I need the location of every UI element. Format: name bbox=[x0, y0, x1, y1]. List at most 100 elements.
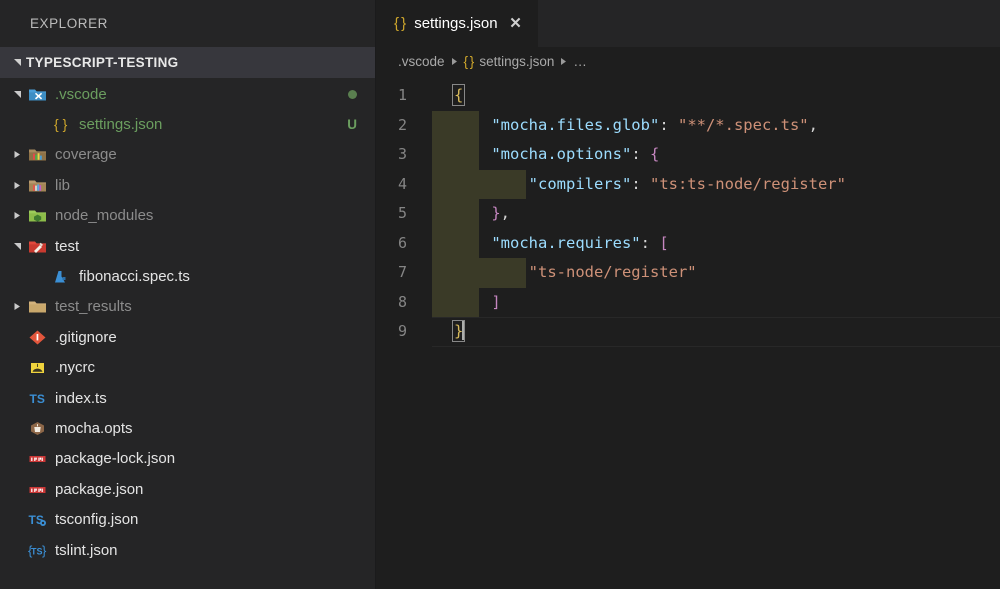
code-content[interactable]: 1{2 "mocha.files.glob": "**/*.spec.ts", 3… bbox=[376, 76, 1000, 347]
tslint-icon: TS{} bbox=[26, 540, 48, 560]
code-text[interactable]: { bbox=[432, 81, 466, 111]
code-token: "compilers" bbox=[528, 174, 632, 193]
chevron-down-icon[interactable] bbox=[8, 90, 26, 99]
tree-item-tslint-json[interactable]: TS{} tslint.json bbox=[0, 535, 375, 565]
code-line[interactable]: 4 "compilers": "ts:ts-node/register" bbox=[376, 169, 1000, 199]
tree-item-fibonacci-spec-ts[interactable]: fibonacci.spec.ts bbox=[0, 261, 375, 291]
explorer-title: EXPLORER bbox=[0, 0, 375, 47]
tree-item-label: .vscode bbox=[55, 85, 107, 103]
tree-item-label: package.json bbox=[55, 480, 144, 498]
chevron-right-icon-2 bbox=[560, 57, 567, 66]
code-text[interactable]: "mocha.options": { bbox=[432, 140, 659, 170]
code-text[interactable]: } bbox=[432, 317, 466, 347]
code-line[interactable]: 1{ bbox=[376, 81, 1000, 111]
tree-item-label: lib bbox=[55, 176, 71, 194]
tree-item-test[interactable]: test bbox=[0, 231, 375, 261]
chevron-down-icon[interactable] bbox=[8, 242, 26, 251]
svg-text:{ }: { } bbox=[54, 116, 68, 132]
code-text[interactable]: "compilers": "ts:ts-node/register" bbox=[432, 169, 846, 199]
line-number: 4 bbox=[397, 174, 407, 193]
svg-text:{: { bbox=[28, 543, 33, 558]
code-text[interactable]: "ts-node/register" bbox=[432, 258, 697, 288]
code-text[interactable]: }, bbox=[432, 199, 510, 229]
code-text[interactable]: ] bbox=[432, 287, 501, 317]
code-line[interactable]: 6 "mocha.requires": [ bbox=[376, 228, 1000, 258]
code-line[interactable]: 9} bbox=[376, 317, 1000, 347]
tree-item-package-lock-json[interactable]: package-lock.json bbox=[0, 444, 375, 474]
code-line[interactable]: 3 "mocha.options": { bbox=[376, 140, 1000, 170]
chevron-right-icon[interactable] bbox=[8, 211, 26, 220]
chevron-right-icon[interactable] bbox=[8, 150, 26, 159]
npm-icon bbox=[26, 479, 48, 499]
tree-item-label: mocha.opts bbox=[55, 419, 133, 437]
nyc-icon bbox=[26, 358, 48, 378]
file-tree: .vscode { } settings.json Ucoverage lib node_… bbox=[0, 78, 375, 589]
code-text[interactable]: "mocha.requires": [ bbox=[432, 228, 669, 258]
tree-item-package-json[interactable]: package.json bbox=[0, 474, 375, 504]
json-braces-icon: { } bbox=[394, 15, 406, 32]
code-token: "mocha.options" bbox=[491, 145, 632, 163]
code-token: } bbox=[451, 320, 466, 342]
tree-item--gitignore[interactable]: .gitignore bbox=[0, 322, 375, 352]
chevron-down-icon[interactable] bbox=[8, 58, 26, 67]
folder-vscode-icon bbox=[26, 84, 48, 104]
chevron-right-icon[interactable] bbox=[8, 302, 26, 311]
tree-item-node-modules[interactable]: node_modules bbox=[0, 201, 375, 231]
code-text[interactable]: "mocha.files.glob": "**/*.spec.ts", bbox=[432, 110, 818, 140]
tree-item-mocha-opts[interactable]: mocha.opts bbox=[0, 413, 375, 443]
folder-plain-icon bbox=[26, 297, 48, 317]
chevron-right-icon[interactable] bbox=[8, 181, 26, 190]
folder-lib-icon bbox=[26, 175, 48, 195]
tree-item-settings-json[interactable]: { } settings.json U bbox=[0, 109, 375, 139]
code-line[interactable]: 7 "ts-node/register" bbox=[376, 258, 1000, 288]
tree-item-label: fibonacci.spec.ts bbox=[79, 268, 190, 286]
breadcrumb: .vscode { } settings.json … bbox=[376, 47, 1000, 76]
tree-item--vscode[interactable]: .vscode bbox=[0, 79, 375, 109]
tab-label: settings.json bbox=[414, 15, 498, 32]
breadcrumb-item-file[interactable]: settings.json bbox=[479, 54, 554, 69]
code-token: : bbox=[659, 115, 678, 134]
editor-area: { } settings.json ✕ .vscode { } settings… bbox=[376, 0, 1000, 589]
folder-node-icon bbox=[26, 206, 48, 226]
tree-item-label: .gitignore bbox=[55, 328, 117, 346]
tree-item-coverage[interactable]: coverage bbox=[0, 140, 375, 170]
line-number: 6 bbox=[397, 233, 407, 252]
code-token: : bbox=[631, 145, 650, 163]
tree-item-tsconfig-json[interactable]: TS tsconfig.json bbox=[0, 504, 375, 534]
code-token: "**/*.spec.ts" bbox=[677, 115, 809, 134]
tab-bar: { } settings.json ✕ bbox=[376, 0, 1000, 47]
breadcrumb-item-folder[interactable]: .vscode bbox=[398, 54, 445, 69]
line-number: 7 bbox=[397, 263, 407, 281]
code-token: : bbox=[640, 233, 660, 252]
tree-item--nycrc[interactable]: .nycrc bbox=[0, 353, 375, 383]
code-token: "ts-node/register" bbox=[528, 263, 697, 281]
line-number: 8 bbox=[397, 292, 407, 311]
code-token: [ bbox=[659, 233, 669, 252]
tree-item-index-ts[interactable]: TS index.ts bbox=[0, 383, 375, 413]
json-braces-icon: { } bbox=[50, 115, 72, 135]
line-number: 5 bbox=[397, 204, 407, 222]
code-line[interactable]: 8 ] bbox=[376, 287, 1000, 317]
code-line[interactable]: 2 "mocha.files.glob": "**/*.spec.ts", bbox=[376, 110, 1000, 140]
code-editor[interactable]: 1{2 "mocha.files.glob": "**/*.spec.ts", 3… bbox=[376, 76, 1000, 589]
typescript-icon: TS bbox=[26, 388, 48, 408]
tsconfig-icon: TS bbox=[26, 510, 48, 530]
folder-test-icon bbox=[26, 236, 48, 256]
tree-item-label: test_results bbox=[55, 298, 132, 316]
code-line[interactable]: 5 }, bbox=[376, 199, 1000, 229]
tree-item-lib[interactable]: lib bbox=[0, 170, 375, 200]
close-icon[interactable]: ✕ bbox=[507, 16, 525, 31]
test-file-icon bbox=[50, 267, 72, 287]
chevron-right-icon bbox=[451, 57, 458, 66]
line-number: 1 bbox=[397, 86, 407, 104]
breadcrumb-item-symbols[interactable]: … bbox=[573, 54, 587, 69]
code-token: : bbox=[631, 174, 650, 193]
explorer-root-folder[interactable]: TYPESCRIPT-TESTING bbox=[0, 47, 375, 78]
tree-item-test-results[interactable]: test_results bbox=[0, 292, 375, 322]
tree-item-label: test bbox=[55, 237, 80, 255]
tab-settings-json[interactable]: { } settings.json ✕ bbox=[376, 0, 538, 47]
